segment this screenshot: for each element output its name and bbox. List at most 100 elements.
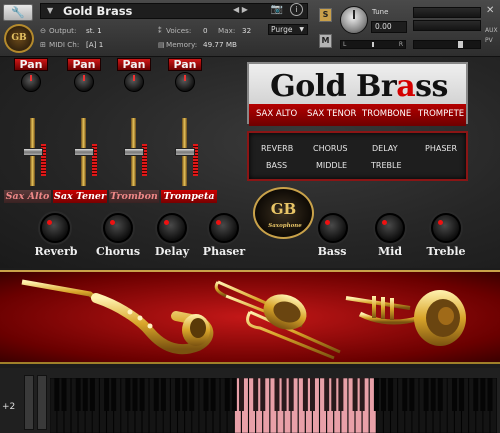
- pan-slider-handle[interactable]: [372, 42, 374, 47]
- bass-knob[interactable]: [318, 213, 348, 243]
- pitch-wheel[interactable]: [24, 375, 34, 430]
- aux-button[interactable]: AUX: [485, 27, 498, 34]
- black-key[interactable]: [352, 378, 358, 411]
- phaser-knob[interactable]: [209, 213, 239, 243]
- collapse-arrow-icon[interactable]: ▼: [47, 6, 53, 15]
- chorus-knob[interactable]: [103, 213, 133, 243]
- section-sax-tenor[interactable]: SAX TENOR: [307, 109, 356, 119]
- section-trombone[interactable]: TROMBONE: [362, 109, 411, 119]
- black-key[interactable]: [253, 378, 259, 411]
- black-key[interactable]: [175, 378, 181, 411]
- black-key[interactable]: [437, 378, 443, 411]
- volume-slider-handle[interactable]: [458, 41, 463, 48]
- black-key[interactable]: [182, 378, 188, 411]
- camera-icon[interactable]: 📷: [270, 3, 284, 16]
- tune-knob[interactable]: [340, 6, 368, 34]
- black-key[interactable]: [402, 378, 408, 411]
- mod-wheel[interactable]: [37, 375, 47, 430]
- black-key[interactable]: [54, 378, 60, 411]
- black-key[interactable]: [430, 378, 436, 411]
- channel-button-trompeta[interactable]: Trompeta: [161, 190, 217, 203]
- pan-knob[interactable]: [21, 72, 41, 92]
- volume-slider[interactable]: [413, 40, 481, 49]
- black-key[interactable]: [423, 378, 429, 411]
- black-key[interactable]: [274, 378, 280, 411]
- fx-delay[interactable]: DELAY: [372, 144, 398, 154]
- black-key[interactable]: [231, 378, 237, 411]
- black-key[interactable]: [153, 378, 159, 411]
- black-key[interactable]: [487, 378, 493, 411]
- black-key[interactable]: [381, 378, 386, 411]
- channel-button-sax-alto[interactable]: Sax Alto: [4, 190, 51, 203]
- info-icon[interactable]: i: [290, 3, 303, 16]
- black-key[interactable]: [75, 378, 81, 411]
- fader-handle[interactable]: [175, 148, 195, 156]
- black-key[interactable]: [203, 378, 209, 411]
- fx-reverb[interactable]: REVERB: [261, 144, 293, 154]
- black-key[interactable]: [310, 378, 315, 411]
- purge-dropdown[interactable]: Purge ▼: [268, 24, 308, 35]
- section-sax-alto[interactable]: SAX ALTO: [256, 109, 297, 119]
- midi-value[interactable]: [A] 1: [86, 39, 103, 50]
- black-key[interactable]: [473, 378, 479, 411]
- tune-value[interactable]: 0.00: [371, 21, 407, 33]
- black-key[interactable]: [480, 378, 486, 411]
- volume-fader-2[interactable]: [70, 118, 98, 186]
- piano-keys[interactable]: [50, 378, 500, 433]
- black-key[interactable]: [61, 378, 67, 411]
- treble-knob[interactable]: [431, 213, 461, 243]
- prev-next-instrument[interactable]: ◀ ▶: [233, 5, 248, 14]
- pan-knob[interactable]: [175, 72, 195, 92]
- black-key[interactable]: [409, 378, 415, 411]
- black-key[interactable]: [139, 378, 145, 411]
- pan-knob[interactable]: [74, 72, 94, 92]
- black-key[interactable]: [302, 378, 308, 411]
- black-key[interactable]: [104, 378, 110, 411]
- fx-bass[interactable]: BASS: [266, 161, 287, 171]
- mid-knob[interactable]: [375, 213, 405, 243]
- black-key[interactable]: [160, 378, 166, 411]
- black-key[interactable]: [338, 378, 344, 411]
- section-trompete[interactable]: TROMPETE: [418, 109, 464, 119]
- fx-phaser[interactable]: PHASER: [425, 144, 457, 154]
- black-key[interactable]: [189, 378, 195, 411]
- black-key[interactable]: [373, 378, 379, 411]
- fader-handle[interactable]: [23, 148, 43, 156]
- wrench-icon[interactable]: 🔧: [3, 4, 33, 21]
- black-key[interactable]: [125, 378, 131, 411]
- black-key[interactable]: [459, 378, 465, 411]
- black-key[interactable]: [239, 378, 244, 411]
- black-key[interactable]: [281, 378, 287, 411]
- fader-handle[interactable]: [124, 148, 144, 156]
- instrument-name-field[interactable]: ▼ Gold Brass: [40, 3, 308, 19]
- volume-fader-3[interactable]: [120, 118, 148, 186]
- black-key[interactable]: [324, 378, 330, 411]
- output-value[interactable]: st. 1: [86, 25, 102, 36]
- pan-control-1[interactable]: Pan: [14, 58, 48, 92]
- volume-fader-1[interactable]: [19, 118, 47, 186]
- pv-button[interactable]: PV: [485, 37, 493, 44]
- fader-handle[interactable]: [74, 148, 94, 156]
- black-key[interactable]: [260, 378, 266, 411]
- fx-middle[interactable]: MIDDLE: [316, 161, 347, 171]
- black-key[interactable]: [331, 378, 337, 411]
- channel-button-sax-tener[interactable]: Sax Tener: [53, 190, 107, 203]
- fx-chorus[interactable]: CHORUS: [313, 144, 347, 154]
- volume-fader-4[interactable]: [171, 118, 199, 186]
- black-key[interactable]: [359, 378, 365, 411]
- black-key[interactable]: [388, 378, 394, 411]
- black-key[interactable]: [132, 378, 138, 411]
- pan-control-2[interactable]: Pan: [67, 58, 101, 92]
- delay-knob[interactable]: [157, 213, 187, 243]
- channel-button-trombon[interactable]: Trombon: [109, 190, 159, 203]
- black-key[interactable]: [288, 378, 294, 411]
- max-value[interactable]: 32: [242, 25, 251, 36]
- black-key[interactable]: [82, 378, 88, 411]
- black-key[interactable]: [224, 378, 230, 411]
- black-key[interactable]: [452, 378, 457, 411]
- black-key[interactable]: [111, 378, 117, 411]
- black-key[interactable]: [210, 378, 216, 411]
- pan-control-4[interactable]: Pan: [168, 58, 202, 92]
- pan-control-3[interactable]: Pan: [117, 58, 151, 92]
- pan-knob[interactable]: [124, 72, 144, 92]
